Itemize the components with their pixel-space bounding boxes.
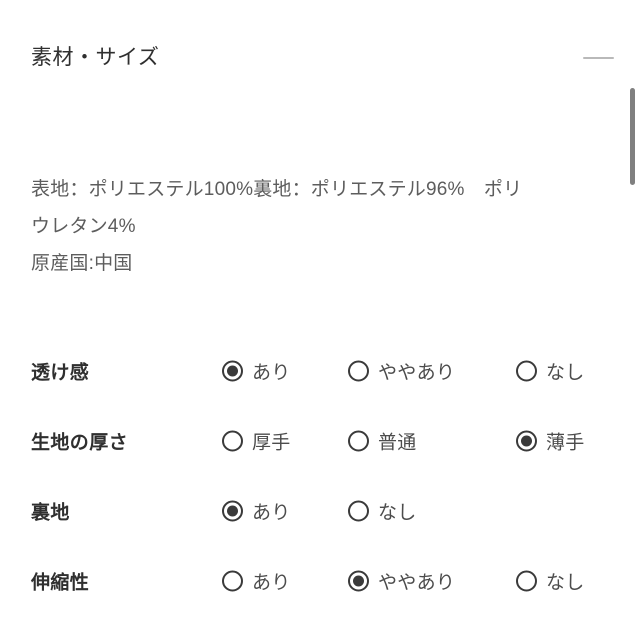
- section-header[interactable]: 素材・サイズ: [0, 34, 640, 82]
- radio-option-label: なし: [546, 572, 585, 594]
- attribute-list: 透け感 あり ややあり なし 生地の厚さ 厚手 普通 薄手 裏地 あり なし 伸…: [0, 336, 640, 616]
- radio-option[interactable]: 薄手: [516, 428, 585, 455]
- radio-option[interactable]: 普通: [348, 428, 417, 455]
- radio-icon-unselected[interactable]: [348, 360, 369, 382]
- radio-option[interactable]: 厚手: [222, 428, 291, 455]
- radio-option-label: 厚手: [252, 432, 291, 454]
- radio-option[interactable]: なし: [516, 568, 585, 595]
- radio-icon-selected[interactable]: [222, 360, 243, 382]
- radio-option[interactable]: あり: [222, 568, 291, 595]
- radio-option[interactable]: ややあり: [348, 568, 455, 595]
- attribute-row-lining: 裏地 あり なし: [0, 476, 640, 546]
- radio-icon-unselected[interactable]: [516, 360, 537, 382]
- scrollbar[interactable]: [629, 0, 635, 640]
- radio-group-stretch: あり ややあり なし: [0, 546, 640, 616]
- radio-option-label: あり: [252, 502, 291, 524]
- material-composition-line-1: 表地：ポリエステル100%裏地：ポリエステル96% ポリ: [31, 179, 523, 200]
- radio-option-label: ややあり: [378, 572, 456, 594]
- radio-icon-unselected[interactable]: [348, 500, 369, 522]
- radio-option-label: あり: [252, 572, 291, 594]
- radio-group-lining: あり なし: [0, 476, 640, 546]
- radio-option-label: なし: [378, 502, 417, 524]
- origin-country-line: 原産国:中国: [31, 253, 133, 274]
- radio-icon-selected[interactable]: [348, 570, 369, 592]
- radio-icon-unselected[interactable]: [348, 430, 369, 452]
- radio-option[interactable]: なし: [348, 498, 417, 525]
- radio-icon-unselected[interactable]: [222, 570, 243, 592]
- radio-option-label: なし: [546, 362, 585, 384]
- radio-group-thickness: 厚手 普通 薄手: [0, 406, 640, 476]
- radio-option[interactable]: なし: [516, 358, 585, 385]
- radio-icon-selected[interactable]: [222, 500, 243, 522]
- page-title: 素材・サイズ: [31, 46, 160, 70]
- minus-icon[interactable]: [581, 47, 615, 69]
- radio-icon-selected[interactable]: [516, 430, 537, 452]
- radio-option-label: あり: [252, 362, 291, 384]
- material-size-panel: 素材・サイズ 表地：ポリエステル100%裏地：ポリエステル96% ポリ ウレタン…: [0, 0, 640, 640]
- radio-group-sheerness: あり ややあり なし: [0, 336, 640, 406]
- attribute-row-thickness: 生地の厚さ 厚手 普通 薄手: [0, 406, 640, 476]
- radio-option-label: 薄手: [546, 432, 585, 454]
- radio-option-label: ややあり: [378, 362, 456, 384]
- radio-option[interactable]: あり: [222, 358, 291, 385]
- radio-icon-unselected[interactable]: [516, 570, 537, 592]
- attribute-row-stretch: 伸縮性 あり ややあり なし: [0, 546, 640, 616]
- radio-option[interactable]: ややあり: [348, 358, 455, 385]
- radio-option-label: 普通: [378, 432, 417, 454]
- attribute-row-sheerness: 透け感 あり ややあり なし: [0, 336, 640, 406]
- material-composition-text: 表地：ポリエステル100%裏地：ポリエステル96% ポリ ウレタン4% 原産国:…: [31, 171, 591, 282]
- scrollbar-thumb[interactable]: [630, 88, 635, 185]
- radio-option[interactable]: あり: [222, 498, 291, 525]
- minus-icon-bar: [582, 57, 614, 59]
- material-composition-line-2: ウレタン4%: [31, 216, 136, 237]
- radio-icon-unselected[interactable]: [222, 430, 243, 452]
